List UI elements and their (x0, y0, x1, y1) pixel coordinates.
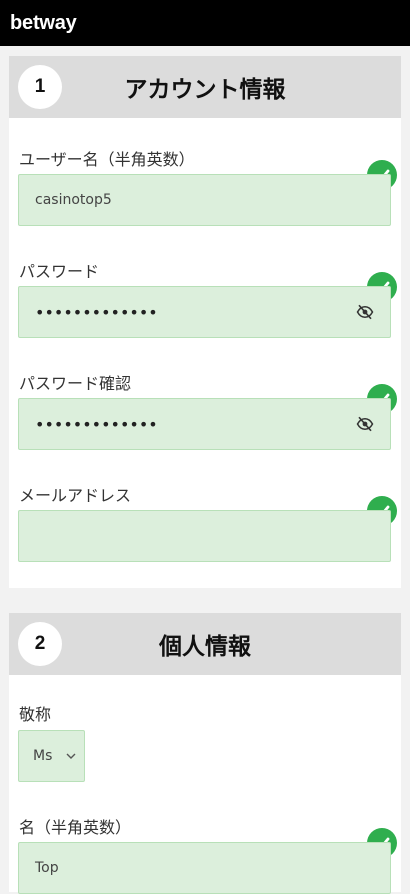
betway-logo[interactable]: betway (10, 12, 77, 35)
password-value: ••••••••••••• (35, 302, 158, 322)
step-number-badge: 1 (18, 65, 62, 109)
first-name-label: 名（半角英数） (19, 818, 132, 837)
first-name-input[interactable]: Top (18, 842, 391, 894)
personal-info-header: 2 個人情報 (9, 613, 401, 675)
step-number-badge: 2 (18, 622, 62, 666)
top-bar: betway (0, 0, 410, 46)
username-value: casinotop5 (35, 192, 112, 208)
password-label: パスワード (19, 262, 100, 281)
password-confirm-label: パスワード確認 (19, 374, 132, 393)
eye-slash-icon[interactable] (356, 415, 374, 433)
honorific-selected-value: Ms (33, 748, 53, 764)
account-info-card: 1 アカウント情報 ユーザー名（半角英数） casinotop5 パスワード •… (9, 56, 401, 588)
password-confirm-input[interactable]: ••••••••••••• (18, 398, 391, 450)
account-info-header: 1 アカウント情報 (9, 56, 401, 118)
chevron-down-icon (66, 753, 76, 759)
personal-info-card: 2 個人情報 敬称 Ms 名（半角英数） Top (9, 613, 401, 894)
username-label: ユーザー名（半角英数） (19, 150, 195, 169)
password-confirm-value: ••••••••••••• (35, 414, 158, 434)
section-title: 個人情報 (159, 634, 251, 660)
honorific-label: 敬称 (19, 705, 52, 724)
email-input[interactable] (18, 510, 391, 562)
password-input[interactable]: ••••••••••••• (18, 286, 391, 338)
honorific-select[interactable]: Ms (18, 730, 85, 782)
section-title: アカウント情報 (124, 77, 286, 103)
username-input[interactable]: casinotop5 (18, 174, 391, 226)
first-name-value: Top (35, 860, 59, 876)
eye-slash-icon[interactable] (356, 303, 374, 321)
email-label: メールアドレス (19, 486, 132, 505)
